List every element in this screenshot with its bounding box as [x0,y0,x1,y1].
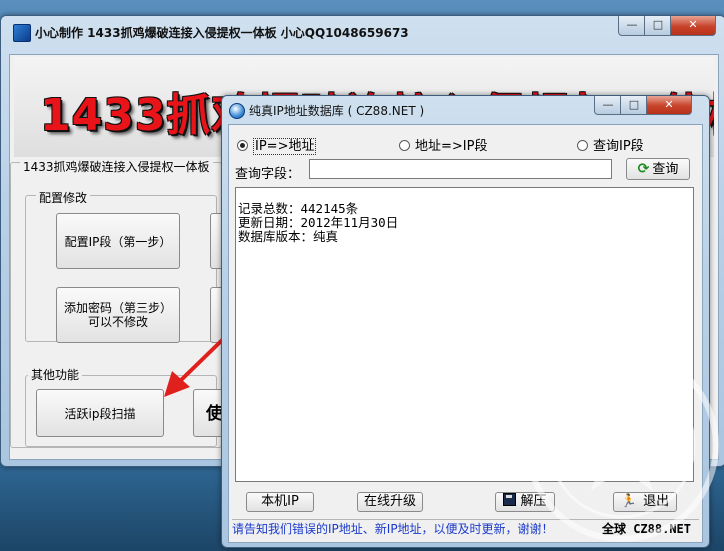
radio-address-to-ip-label: 地址=>IP段 [415,139,488,154]
query-input[interactable] [309,159,612,179]
result-line: 更新日期：2012年11月30日 [238,215,399,230]
query-field-label: 查询字段： [235,167,301,182]
app-icon [13,24,31,42]
result-line: 记录总数：442145条 [238,201,359,216]
minimize-button[interactable]: — [618,16,646,36]
config-ip-range-button[interactable]: 配置IP段（第一步） [56,213,180,269]
main-groupbox-label: 1433抓鸡爆破连接入侵提权一体板 [20,158,213,175]
config-groupbox-label: 配置修改 [36,189,91,206]
active-ip-scan-button[interactable]: 活跃ip段扫描 [36,389,164,437]
online-upgrade-button[interactable]: 在线升级 [357,492,423,512]
radio-selected-icon [237,140,248,151]
radio-query-ip-range-label: 查询IP段 [593,139,644,154]
status-message: 请告知我们错误的IP地址、新IP地址，以便及时更新，谢谢！ [232,522,554,536]
radio-unselected-icon [399,140,410,151]
result-line: 数据库版本：纯真 [238,229,339,244]
main-window-title: 小心制作 1433抓鸡爆破连接入侵提权一体板 小心QQ1048659673 [35,26,409,40]
radio-query-ip-range[interactable]: 查询IP段 [577,135,644,154]
query-button[interactable]: ⟳ 查询 [626,158,690,180]
ip-minimize-button[interactable]: — [594,96,622,115]
maximize-button[interactable]: □ [644,16,672,36]
local-ip-button[interactable]: 本机IP [246,492,314,512]
ip-close-button[interactable]: ✕ [646,96,692,115]
watermark-seal-icon [525,348,719,542]
ip-maximize-button[interactable]: □ [620,96,648,115]
other-groupbox-label: 其他功能 [28,366,83,383]
radio-ip-to-address[interactable]: IP=>地址 [237,135,317,155]
radio-address-to-ip[interactable]: 地址=>IP段 [399,135,487,154]
radio-unselected-icon [577,140,588,151]
radio-ip-to-address-label: IP=>地址 [253,138,317,155]
ip-window-title: 纯真IP地址数据库 ( CZ88.NET ) [249,104,425,118]
close-button[interactable]: ✕ [670,16,716,36]
refresh-icon: ⟳ [637,161,650,177]
query-button-label: 查询 [652,162,679,177]
globe-icon [229,103,245,119]
disk-icon [503,493,517,506]
